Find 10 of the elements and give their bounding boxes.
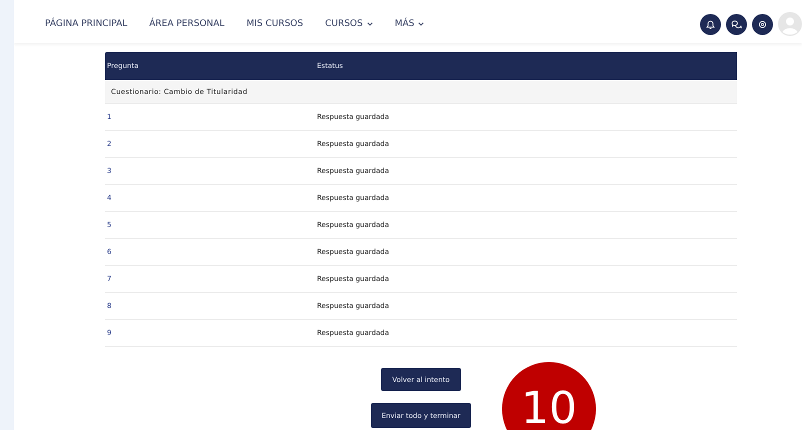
caret-icon bbox=[366, 22, 373, 26]
nav-link[interactable]: CURSOS bbox=[325, 19, 373, 29]
bell-icon[interactable] bbox=[700, 14, 721, 34]
settings-icon[interactable] bbox=[752, 14, 773, 34]
nav-link[interactable]: MIS CURSOS bbox=[246, 19, 304, 29]
nav-link[interactable]: MÁS bbox=[394, 19, 424, 29]
caret-icon bbox=[418, 22, 424, 26]
nav-link[interactable]: PÁGINA PRINCIPAL bbox=[45, 19, 128, 29]
number-badge: 10 bbox=[502, 362, 596, 430]
nav-link[interactable]: ÁREA PERSONAL bbox=[149, 19, 224, 29]
